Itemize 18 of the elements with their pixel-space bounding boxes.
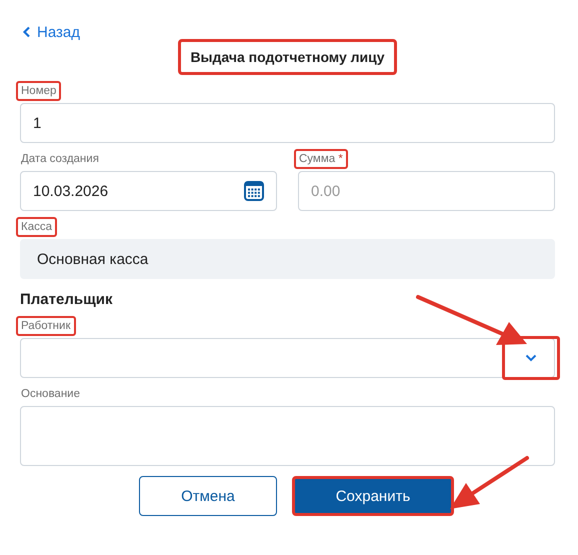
field-label: Сумма * [294, 149, 348, 169]
cancel-button[interactable]: Отмена [139, 476, 277, 516]
field-label: Номер [16, 81, 62, 101]
text-field[interactable]: 1 [20, 103, 555, 143]
field-label: Дата создания [20, 152, 100, 167]
date-field[interactable]: 10.03.2026 [20, 171, 277, 211]
calendar-icon[interactable] [244, 181, 264, 201]
back-link[interactable]: Назад [22, 22, 80, 42]
field-label: Касса [16, 217, 57, 237]
field-label: Работник [16, 316, 76, 336]
textarea-field[interactable] [20, 406, 555, 466]
field-label: Основание [20, 387, 81, 402]
section-heading: Плательщик [20, 291, 114, 308]
save-button[interactable]: Сохранить [292, 476, 454, 516]
page-title: Выдача подотчетному лицу [178, 39, 397, 75]
chevron-down-icon [525, 354, 537, 362]
readonly-field: Основная касса [20, 239, 555, 279]
chevron-left-icon [22, 26, 31, 38]
